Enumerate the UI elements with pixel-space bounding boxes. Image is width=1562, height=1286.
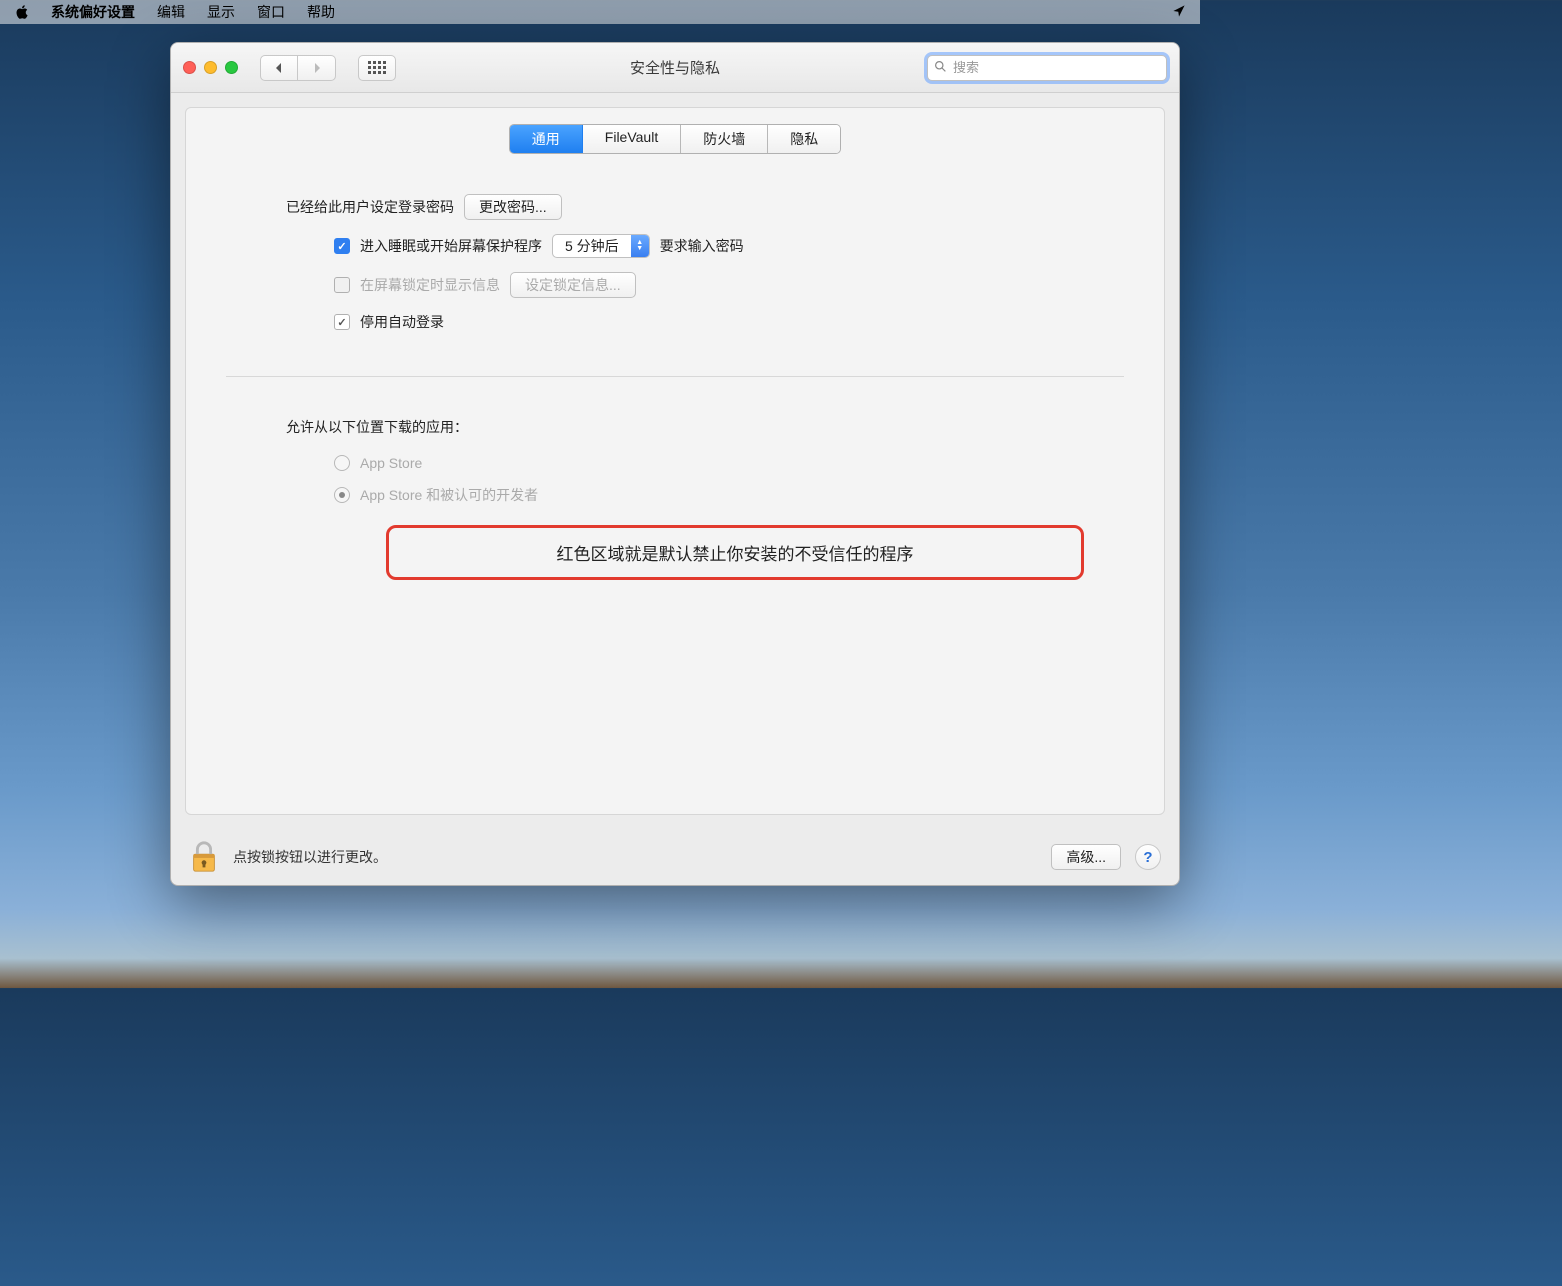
apple-logo-icon[interactable] xyxy=(14,4,29,20)
password-set-label: 已经给此用户设定登录密码 xyxy=(286,197,454,217)
menubar-item-window[interactable]: 窗口 xyxy=(257,2,285,22)
annotation-text: 红色区域就是默认禁止你安装的不受信任的程序 xyxy=(557,545,914,564)
menubar: 系统偏好设置 编辑 显示 窗口 帮助 xyxy=(0,0,1200,24)
annotation-box: 红色区域就是默认禁止你安装的不受信任的程序 xyxy=(386,525,1084,580)
radio-appstore xyxy=(334,455,350,471)
show-message-checkbox xyxy=(334,277,350,293)
tabs: 通用 FileVault 防火墙 隐私 xyxy=(509,124,841,154)
password-set-row: 已经给此用户设定登录密码 更改密码... xyxy=(286,194,1104,220)
close-button[interactable] xyxy=(183,61,196,74)
require-password-prefix: 进入睡眠或开始屏幕保护程序 xyxy=(360,236,542,256)
allow-downloads-heading: 允许从以下位置下载的应用： xyxy=(286,417,1104,437)
advanced-button[interactable]: 高级... xyxy=(1051,844,1121,870)
disable-autologin-label: 停用自动登录 xyxy=(360,312,444,332)
tab-privacy[interactable]: 隐私 xyxy=(768,125,840,153)
radio-identified-label: App Store 和被认可的开发者 xyxy=(360,485,538,505)
grid-icon xyxy=(368,61,386,74)
preferences-window: 安全性与隐私 通用 FileVault 防火墙 隐私 已经给此用户设定登录密码 … xyxy=(170,42,1180,886)
divider xyxy=(226,376,1124,377)
search-box[interactable] xyxy=(927,55,1167,81)
lock-icon[interactable] xyxy=(189,840,219,874)
location-icon[interactable] xyxy=(1172,4,1186,21)
delay-value: 5 分钟后 xyxy=(553,235,631,257)
zoom-button[interactable] xyxy=(225,61,238,74)
disable-autologin-checkbox[interactable]: ✓ xyxy=(334,314,350,330)
tab-filevault[interactable]: FileVault xyxy=(583,125,681,153)
require-password-checkbox[interactable]: ✓ xyxy=(334,238,350,254)
nav-buttons xyxy=(260,55,336,81)
menubar-app-name[interactable]: 系统偏好设置 xyxy=(51,2,135,22)
general-pane: 通用 FileVault 防火墙 隐私 已经给此用户设定登录密码 更改密码...… xyxy=(185,107,1165,815)
tab-firewall[interactable]: 防火墙 xyxy=(681,125,768,153)
menubar-item-help[interactable]: 帮助 xyxy=(307,2,335,22)
search-icon xyxy=(934,60,947,76)
disable-autologin-row: ✓ 停用自动登录 xyxy=(334,312,1104,332)
set-lock-message-button: 设定锁定信息... xyxy=(510,272,636,298)
titlebar: 安全性与隐私 xyxy=(171,43,1179,93)
forward-button[interactable] xyxy=(298,55,336,81)
search-input[interactable] xyxy=(953,60,1160,75)
require-password-delay-dropdown[interactable]: 5 分钟后 ▲▼ xyxy=(552,234,650,258)
window-title: 安全性与隐私 xyxy=(630,57,720,78)
footer: 点按锁按钮以进行更改。 高级... ? xyxy=(171,829,1179,885)
back-button[interactable] xyxy=(260,55,298,81)
radio-identified xyxy=(334,487,350,503)
require-password-row: ✓ 进入睡眠或开始屏幕保护程序 5 分钟后 ▲▼ 要求输入密码 xyxy=(334,234,1104,258)
show-message-row: 在屏幕锁定时显示信息 设定锁定信息... xyxy=(334,272,1104,298)
stepper-icon: ▲▼ xyxy=(631,235,649,257)
show-all-button[interactable] xyxy=(358,55,396,81)
require-password-suffix: 要求输入密码 xyxy=(660,236,744,256)
menubar-item-edit[interactable]: 编辑 xyxy=(157,2,185,22)
radio-appstore-row: App Store xyxy=(334,455,1104,471)
minimize-button[interactable] xyxy=(204,61,217,74)
show-message-label: 在屏幕锁定时显示信息 xyxy=(360,275,500,295)
menubar-item-view[interactable]: 显示 xyxy=(207,2,235,22)
lock-hint-label: 点按锁按钮以进行更改。 xyxy=(233,847,387,867)
change-password-button[interactable]: 更改密码... xyxy=(464,194,562,220)
radio-appstore-label: App Store xyxy=(360,455,422,471)
tab-general[interactable]: 通用 xyxy=(510,125,583,153)
help-button[interactable]: ? xyxy=(1135,844,1161,870)
traffic-lights xyxy=(183,61,238,74)
radio-identified-row: App Store 和被认可的开发者 xyxy=(334,485,1104,505)
content: 通用 FileVault 防火墙 隐私 已经给此用户设定登录密码 更改密码...… xyxy=(171,93,1179,829)
